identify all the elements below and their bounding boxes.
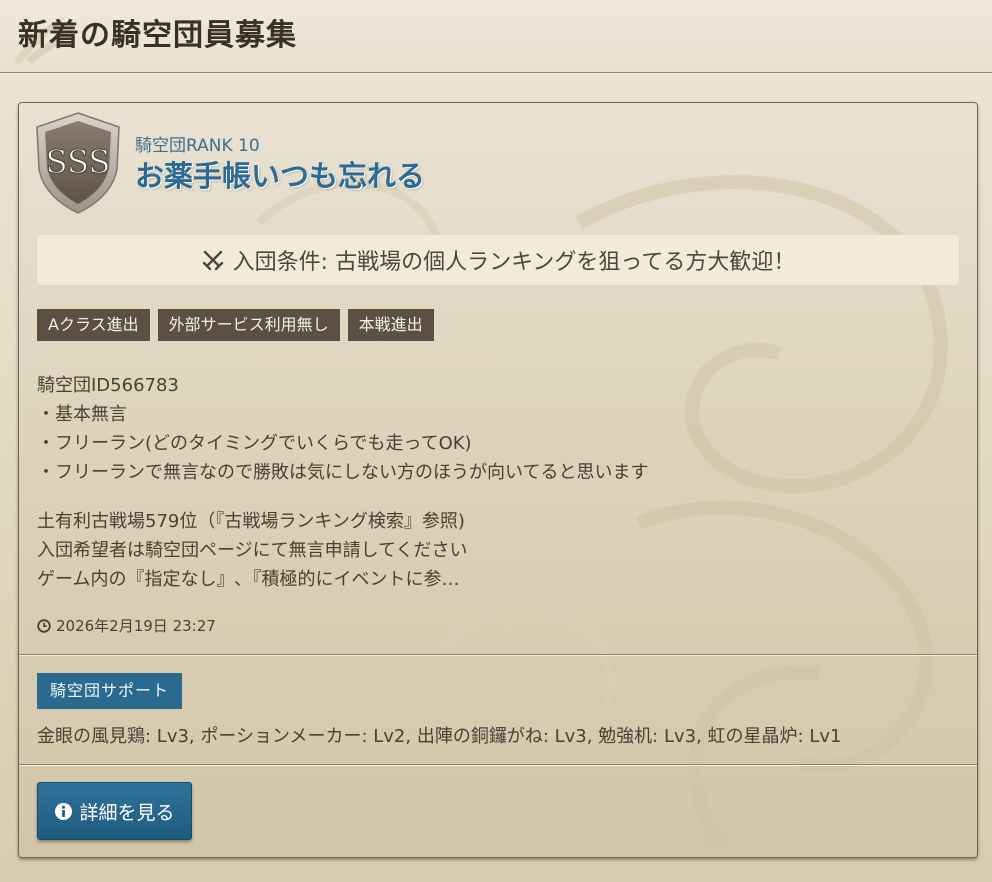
tag-list: Aクラス進出 外部サービス利用無し 本戦進出 (37, 309, 434, 341)
view-details-button[interactable]: 詳細を見る (37, 782, 192, 840)
description-line: 土有利古戦場579位（『古戦場ランキング検索』参照) (37, 511, 465, 532)
info-circle-icon (55, 802, 73, 820)
rank-emblem-icon: SSS (36, 112, 120, 214)
page-title: 新着の騎空団員募集 (18, 18, 297, 53)
timestamp-text: 2026年2月19日 23:27 (56, 617, 216, 635)
tag-no-external-service: 外部サービス利用無し (157, 309, 340, 341)
description-line: ・基本無言 (37, 404, 127, 425)
divider (19, 764, 977, 765)
clock-icon (37, 618, 51, 633)
rank-badge-text: SSS (46, 143, 111, 181)
join-condition-text: 入団条件: 古戦場の個人ランキングを狙ってる方大歓迎！ (232, 250, 796, 275)
description-line: ・フリーランで無言なので勝敗は気にしない方のほうが向いてると思います (37, 462, 649, 483)
view-details-label: 詳細を見る (79, 801, 175, 824)
guild-name: お薬手帳いつも忘れる (135, 159, 426, 193)
description-line: ゲーム内の『指定なし』､『積極的にイベントに参… (37, 569, 460, 590)
divider (19, 654, 977, 655)
tag-finals: 本戦進出 (347, 309, 434, 341)
description-line: ・フリーラン(どのタイミングでいくらでも走ってOK) (37, 433, 472, 454)
join-condition: 入団条件: 古戦場の個人ランキングを狙ってる方大歓迎！ (37, 235, 959, 285)
guild-description: 騎空団ID566783 ・基本無言 ・フリーラン(どのタイミングでいくらでも走っ… (37, 371, 957, 594)
description-line: 騎空団ID566783 (37, 375, 179, 396)
post-timestamp: 2026年2月19日 23:27 (37, 615, 216, 636)
crossed-swords-icon (202, 250, 223, 271)
tag-a-class: Aクラス進出 (37, 309, 150, 341)
guild-recruit-card: SSS 騎空団RANK 10 お薬手帳いつも忘れる 入団条件: 古戦場の個人ラン… (18, 102, 978, 858)
guild-support-badge: 騎空団サポート (37, 673, 183, 709)
guild-support-list: 金眼の風見鶏: Lv3, ポーションメーカー: Lv2, 出陣の銅鑼がね: Lv… (37, 726, 842, 747)
page-header: 新着の騎空団員募集 (0, 0, 992, 73)
description-line: 入団希望者は騎空団ページにて無言申請してください (37, 540, 468, 561)
